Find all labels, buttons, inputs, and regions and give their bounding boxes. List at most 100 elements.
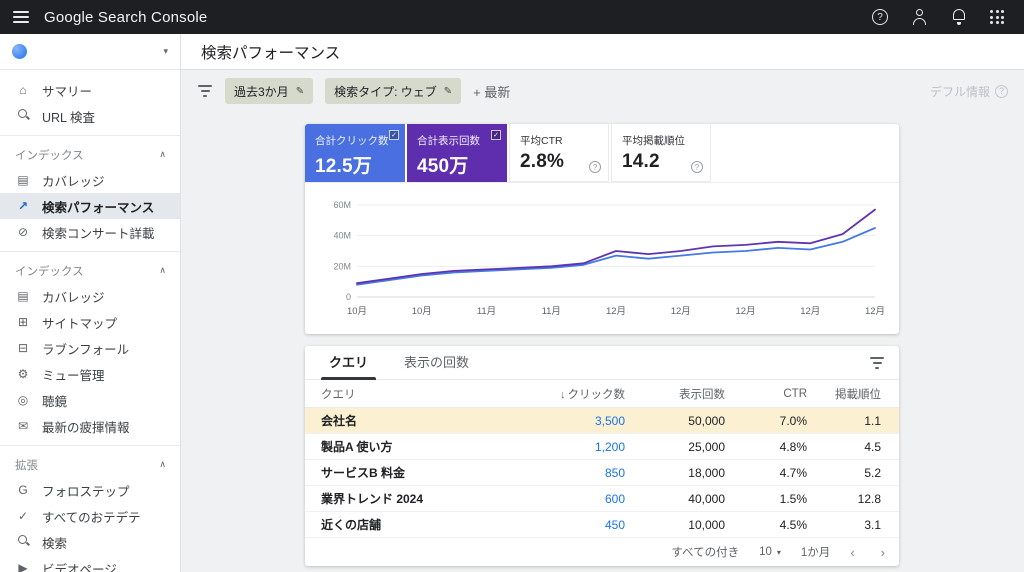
date-filter-chip[interactable]: 過去3か月 ✎ xyxy=(225,78,314,104)
sidebar-item-label: 検索コンサート詳載 xyxy=(42,226,155,241)
new-filter-button[interactable]: + 最新 xyxy=(473,82,510,101)
metric-position[interactable]: 平均掲載順位 14.2? xyxy=(611,124,711,182)
property-selector[interactable]: ▾ xyxy=(0,34,180,70)
apps-grid-icon[interactable] xyxy=(990,10,1004,24)
position-cell: 4.5 xyxy=(864,439,881,454)
edit-icon: ✎ xyxy=(443,85,453,97)
sidebar-item-link[interactable]: ▶ ビデオページ xyxy=(0,555,180,572)
svg-text:12月: 12月 xyxy=(800,306,820,317)
sidebar-item-label: フォロステップ xyxy=(42,484,130,499)
check-icon: ✓ xyxy=(17,509,29,523)
sidebar-item-link[interactable]: G フォロステップ xyxy=(0,477,180,503)
column-impressions[interactable]: 表示回数 xyxy=(625,386,725,402)
svg-text:12月: 12月 xyxy=(606,306,626,317)
metric-impressions[interactable]: 合計表示回数 450万 ✓ xyxy=(407,124,507,182)
checkbox-icon[interactable]: ✓ xyxy=(389,130,399,140)
help-icon[interactable]: ? xyxy=(589,161,601,173)
metric-label: 合計表示回数 xyxy=(417,135,480,147)
sidebar-item-link[interactable]: ◎ 聴鏡 xyxy=(0,387,180,413)
nav-section-header[interactable]: インデックス ∧ xyxy=(0,142,180,167)
column-query[interactable]: クエリ xyxy=(305,386,515,402)
table-filter-icon[interactable] xyxy=(869,356,885,369)
search-type-label: 検索タイプ: ウェブ xyxy=(334,84,437,99)
column-position[interactable]: 掲載順位 xyxy=(807,386,899,402)
table-row[interactable]: サービスB 料金 850 18,000 4.7% 5.2 xyxy=(305,460,899,486)
metric-ctr[interactable]: 平均CTR 2.8%? xyxy=(509,124,609,182)
sidebar-item-link[interactable]: ✓ すべてのおテデテ xyxy=(0,503,180,529)
sidebar-item-link[interactable]: ▤ カバレッジ xyxy=(0,167,180,193)
app-title: Google Search Console xyxy=(44,8,208,26)
sidebar-item-selected[interactable]: ↗ 検索パフォーマンス xyxy=(0,193,180,219)
sidebar-item-link[interactable]: ⌂ サマリー xyxy=(0,77,180,103)
sidebar-item-label: 検索 xyxy=(42,536,68,551)
filter-icon[interactable] xyxy=(197,85,213,97)
main-area: 検索パフォーマンス 過去3か月 ✎ 検索タイプ: ウェブ ✎ + 最新 デフル情… xyxy=(181,34,1024,572)
table-row[interactable]: 製品A 使い方 1,200 25,000 4.8% 4.5 xyxy=(305,434,899,460)
table-row[interactable]: 近くの店舗 450 10,000 4.5% 3.1 xyxy=(305,512,899,538)
performance-icon: ↗ xyxy=(17,199,29,213)
tab-queries[interactable]: クエリ xyxy=(311,346,386,380)
sidebar-item-link[interactable]: ⊟ ラブンフォール xyxy=(0,335,180,361)
account-icon[interactable] xyxy=(912,9,928,25)
svg-text:10月: 10月 xyxy=(347,306,367,317)
position-cell: 1.1 xyxy=(864,413,881,428)
sidebar-item-link[interactable]: ✉ 最新の疲揮情報 xyxy=(0,413,180,439)
sidebar: ▾ ⌂ サマリー URL 検査 インデックス ∧ ▤ カバレッジ ↗ 検索パフォーマンス ⊘ 検索コ… xyxy=(0,34,181,572)
tab-impressions[interactable]: 表示の回数 xyxy=(386,346,487,380)
chart-wrap: 0 20M 40M 60M 10月 10月 11月 11月 12月 12月 12月 12月 12月 xyxy=(305,183,899,334)
column-clicks[interactable]: ↓ クリック数 xyxy=(515,386,625,402)
sidebar-item-label: サイトマップ xyxy=(42,316,118,331)
metric-clicks[interactable]: 合計クリック数 12.5万 ✓ xyxy=(305,124,405,182)
page: Google Search Console ? ▾ ⌂ サマリー URL 検査 インデ… xyxy=(0,0,1024,572)
sidebar-item-link[interactable]: URL 検査 xyxy=(0,103,180,129)
target-icon: ◎ xyxy=(17,393,29,407)
svg-text:60M: 60M xyxy=(333,200,351,210)
clicks-cell: 600 xyxy=(604,491,625,506)
metric-value: 14.2 xyxy=(622,151,660,172)
sidebar-item-link[interactable]: ⊞ サイトマップ xyxy=(0,309,180,335)
search-type-chip[interactable]: 検索タイプ: ウェブ ✎ xyxy=(325,78,462,104)
performance-chart[interactable]: 0 20M 40M 60M 10月 10月 11月 11月 12月 12月 12月 12月 12月 xyxy=(319,195,885,323)
ctr-cell: 7.0% xyxy=(779,413,807,428)
sidebar-item-link[interactable]: ⚙ ミュー管理 xyxy=(0,361,180,387)
coverage-icon: ▤ xyxy=(17,173,29,187)
next-page-button[interactable]: › xyxy=(881,545,885,560)
sidebar-item-link[interactable]: ⊘ 検索コンサート詳載 xyxy=(0,219,180,245)
query-cell: 近くの店舗 xyxy=(321,518,382,532)
svg-text:12月: 12月 xyxy=(735,306,755,317)
page-size-select[interactable]: 10 ▾ xyxy=(759,546,781,558)
metric-value: 450万 xyxy=(417,156,469,177)
column-ctr[interactable]: CTR xyxy=(725,388,807,400)
mute-icon: ⊘ xyxy=(17,225,29,239)
home-icon: ⌂ xyxy=(19,83,27,97)
table-row[interactable]: 業界トレンド 2024 600 40,000 1.5% 12.8 xyxy=(305,486,899,512)
sitemap-icon: ⊞ xyxy=(17,315,29,329)
checkbox-icon[interactable]: ✓ xyxy=(491,130,501,140)
metric-label: 平均掲載順位 xyxy=(622,135,685,147)
sort-desc-icon: ↓ xyxy=(560,388,566,401)
clicks-cell: 850 xyxy=(604,465,625,480)
queries-table-card: クエリ 表示の回数 クエリ ↓ クリック数 表示回数 CTR 掲載順位 会社名 3,5… xyxy=(305,346,899,566)
sidebar-item-link[interactable]: ▤ カバレッジ xyxy=(0,283,180,309)
sidebar-item-link[interactable]: 検索 xyxy=(0,529,180,555)
coverage-icon: ▤ xyxy=(17,289,29,303)
menu-icon[interactable] xyxy=(13,8,29,26)
impressions-cell: 18,000 xyxy=(688,465,725,480)
table-row[interactable]: 会社名 3,500 50,000 7.0% 1.1 xyxy=(305,408,899,434)
tabs: クエリ 表示の回数 xyxy=(311,346,869,380)
query-cell: 会社名 xyxy=(321,414,358,428)
removal-icon: ⊟ xyxy=(17,341,29,355)
sidebar-item-label: 聴鏡 xyxy=(42,394,68,409)
help-icon[interactable]: ? xyxy=(872,9,888,25)
info-link[interactable]: デフル情報 ? xyxy=(930,83,1008,100)
nav-section-header[interactable]: インデックス ∧ xyxy=(0,258,180,283)
prev-page-button[interactable]: ‹ xyxy=(850,545,854,560)
svg-text:40M: 40M xyxy=(333,231,351,241)
svg-text:11月: 11月 xyxy=(542,306,561,317)
notifications-icon[interactable] xyxy=(952,9,966,25)
sidebar-item-label: 最新の疲揮情報 xyxy=(42,420,130,435)
page-size-label: すべての付き xyxy=(671,547,740,559)
nav-section-header[interactable]: 拡張 ∧ xyxy=(0,452,180,477)
help-icon[interactable]: ? xyxy=(691,161,703,173)
search-icon xyxy=(15,534,31,550)
